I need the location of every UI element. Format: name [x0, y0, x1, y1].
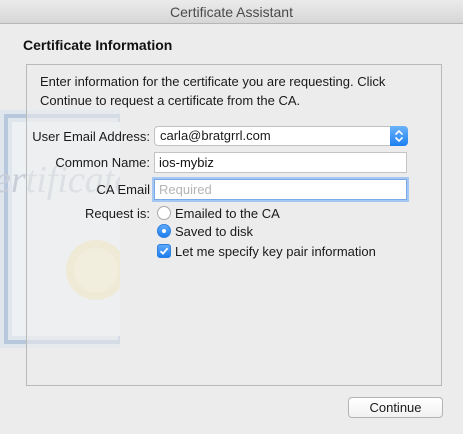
radio-saved-label[interactable]: Saved to disk	[175, 224, 253, 239]
request-label: Request is:	[84, 206, 150, 221]
intro-text: Enter information for the certificate yo…	[40, 74, 386, 108]
radio-emailed-to-ca[interactable]	[157, 206, 171, 220]
email-popup[interactable]: carla@bratgrrl.com	[154, 126, 408, 146]
radio-emailed-label[interactable]: Emailed to the CA	[175, 206, 280, 221]
keypair-label[interactable]: Let me specify key pair information	[175, 244, 376, 259]
ca-email-field[interactable]	[154, 179, 407, 200]
email-label: User Email Address:	[32, 129, 150, 144]
keypair-checkbox[interactable]	[157, 244, 171, 258]
radio-saved-to-disk[interactable]	[157, 224, 171, 238]
certificate-assistant-window: Certificate Assistant Certificate Inform…	[0, 0, 463, 434]
continue-button[interactable]: Continue	[348, 397, 443, 418]
common-name-label: Common Name:	[55, 155, 150, 170]
email-value: carla@bratgrrl.com	[160, 128, 271, 143]
common-name-field[interactable]	[154, 152, 407, 173]
checkmark-icon	[159, 247, 169, 255]
chevron-updown-icon[interactable]	[390, 126, 408, 146]
window-title: Certificate Assistant	[0, 0, 463, 24]
page-title: Certificate Information	[23, 37, 173, 53]
ca-email-label: CA Email	[96, 182, 150, 197]
